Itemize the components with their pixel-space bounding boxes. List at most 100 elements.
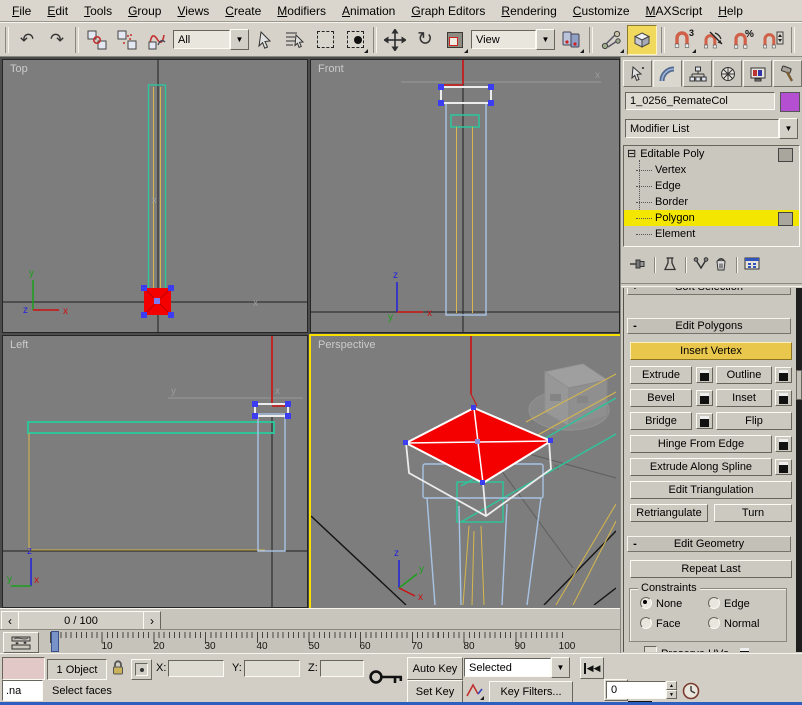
viewport-perspective-label[interactable]: Perspective — [318, 339, 375, 351]
viewport-front-canvas[interactable]: x z x y — [311, 60, 619, 332]
menu-help[interactable]: Help — [710, 2, 751, 20]
bridge-button[interactable]: Bridge — [630, 412, 692, 430]
tab-motion[interactable] — [713, 60, 742, 87]
unlink-selection-icon[interactable] — [113, 26, 141, 54]
tab-utilities[interactable] — [773, 60, 802, 87]
stack-row-edge[interactable]: Edge — [624, 178, 799, 194]
collapse-icon[interactable]: ⊟ — [627, 149, 636, 160]
key-filters-button[interactable]: Key Filters... — [489, 681, 573, 703]
extrude-along-spline-button[interactable]: Extrude Along Spline — [630, 458, 772, 476]
viewport-top-label[interactable]: Top — [10, 63, 28, 75]
constraint-face-radio[interactable]: Face — [640, 617, 680, 630]
chevron-down-icon[interactable]: ▼ — [536, 29, 555, 50]
menu-animation[interactable]: Animation — [334, 2, 403, 20]
object-name-field[interactable]: 1_0256_RemateCol — [625, 92, 775, 110]
auto-key-button[interactable]: Auto Key — [407, 657, 463, 680]
repeat-last-button[interactable]: Repeat Last — [630, 560, 792, 578]
stack-row-vertex[interactable]: Vertex — [624, 162, 799, 178]
selection-lock-icon[interactable] — [110, 659, 126, 680]
selection-filter-combo[interactable]: All ▼ — [173, 29, 249, 50]
chevron-down-icon[interactable]: ▼ — [551, 657, 570, 678]
menu-group[interactable]: Group — [120, 2, 169, 20]
constraint-edge-radio[interactable]: Edge — [708, 597, 750, 610]
panel-scrollbar[interactable] — [796, 288, 802, 652]
spinner-snap-toggle-icon[interactable] — [759, 26, 787, 54]
beam-wireframe[interactable] — [149, 85, 166, 291]
reference-coordinate-combo[interactable]: View ▼ — [471, 29, 555, 50]
viewport-front-label[interactable]: Front — [318, 63, 344, 75]
make-unique-icon[interactable] — [693, 256, 709, 275]
spinner-down-icon[interactable]: ▼ — [666, 690, 677, 699]
menu-modifiers[interactable]: Modifiers — [269, 2, 334, 20]
pin-stack-icon[interactable] — [629, 256, 647, 275]
select-object-icon[interactable] — [251, 26, 279, 54]
extrude-settings-button[interactable] — [696, 367, 713, 383]
menu-customize[interactable]: Customize — [565, 2, 638, 20]
inset-settings-button[interactable] — [775, 390, 792, 406]
scrollbar-thumb[interactable] — [796, 370, 802, 400]
select-and-manipulate-icon[interactable] — [597, 26, 625, 54]
set-key-button[interactable]: Set Key — [407, 680, 463, 703]
menu-create[interactable]: Create — [217, 2, 269, 20]
viewport-left-canvas[interactable]: y x z y x — [3, 336, 307, 607]
open-mini-curve-editor-button[interactable] — [3, 632, 39, 653]
bevel-settings-button[interactable] — [696, 390, 713, 406]
menu-tools[interactable]: Tools — [76, 2, 120, 20]
menu-maxscript[interactable]: MAXScript — [638, 2, 711, 20]
menu-views[interactable]: Views — [169, 2, 217, 20]
z-coordinate-input[interactable] — [320, 660, 364, 677]
viewport-top-canvas[interactable]: x x y x z — [3, 60, 307, 332]
beam-wireframe[interactable] — [28, 422, 274, 433]
preserve-uvs-settings-icon[interactable] — [740, 648, 749, 652]
viewport-front[interactable]: x z x y — [310, 59, 620, 333]
stack-row-element[interactable]: Element — [624, 226, 799, 242]
object-color-swatch[interactable] — [780, 92, 800, 112]
current-frame-field[interactable]: 0 — [606, 681, 666, 699]
viewport-top[interactable]: x x y x z — [2, 59, 308, 333]
column-wireframe[interactable] — [446, 103, 486, 315]
retriangulate-button[interactable]: Retriangulate — [630, 504, 708, 522]
track-bar[interactable]: 0 10 20 30 40 50 60 70 80 90 100 — [0, 629, 620, 653]
viewport-perspective[interactable]: x — [309, 334, 622, 611]
redo-icon[interactable]: ↷ — [43, 26, 71, 54]
time-configuration-icon[interactable] — [681, 681, 701, 704]
bridge-settings-button[interactable] — [696, 413, 713, 429]
viewport-left-label[interactable]: Left — [10, 339, 28, 351]
outline-settings-button[interactable] — [775, 367, 792, 383]
chevron-down-icon[interactable]: ▼ — [779, 118, 798, 139]
time-slider[interactable]: 0 / 100 — [18, 611, 144, 630]
default-in-out-tangents-icon[interactable] — [465, 681, 485, 701]
frame-spinner[interactable]: ▲ ▼ — [666, 681, 677, 699]
stack-row-editable-poly[interactable]: ⊟ Editable Poly — [624, 146, 799, 162]
tab-hierarchy[interactable] — [683, 60, 712, 87]
go-to-start-button[interactable]: ◀◀ — [580, 657, 604, 679]
select-by-name-icon[interactable] — [281, 26, 309, 54]
insert-vertex-button[interactable]: Insert Vertex — [630, 342, 792, 360]
menu-rendering[interactable]: Rendering — [493, 2, 564, 20]
x-coordinate-input[interactable] — [168, 660, 224, 677]
spinner-up-icon[interactable]: ▲ — [666, 681, 677, 690]
rollout-edit-geometry-header[interactable]: - Edit Geometry — [627, 536, 791, 552]
y-coordinate-input[interactable] — [244, 660, 300, 677]
select-and-scale-icon[interactable] — [441, 26, 469, 54]
gold-wireframe[interactable] — [29, 433, 265, 550]
use-pivot-point-center-icon[interactable] — [557, 26, 585, 54]
window-crossing-icon[interactable] — [341, 26, 369, 54]
select-and-move-icon[interactable] — [381, 26, 409, 54]
configure-modifier-sets-icon[interactable] — [744, 256, 762, 275]
stack-row-border[interactable]: Border — [624, 194, 799, 210]
constraint-none-radio[interactable]: None — [640, 597, 682, 610]
select-and-rotate-icon[interactable]: ↻ — [411, 26, 439, 54]
inset-button[interactable]: Inset — [716, 389, 772, 407]
hinge-from-edge-button[interactable]: Hinge From Edge — [630, 435, 772, 453]
absolute-offset-toggle[interactable] — [131, 659, 152, 680]
set-keys-key-icon[interactable] — [368, 664, 408, 693]
next-frame-arrow[interactable]: › — [143, 611, 161, 630]
select-and-link-icon[interactable] — [83, 26, 111, 54]
time-slider-handle[interactable] — [51, 631, 59, 652]
turn-button[interactable]: Turn — [714, 504, 792, 522]
tab-modify[interactable] — [653, 60, 682, 87]
edit-triangulation-button[interactable]: Edit Triangulation — [630, 481, 792, 499]
bevel-button[interactable]: Bevel — [630, 389, 692, 407]
preserve-uvs-checkbox[interactable]: Preserve UVs — [644, 646, 749, 652]
